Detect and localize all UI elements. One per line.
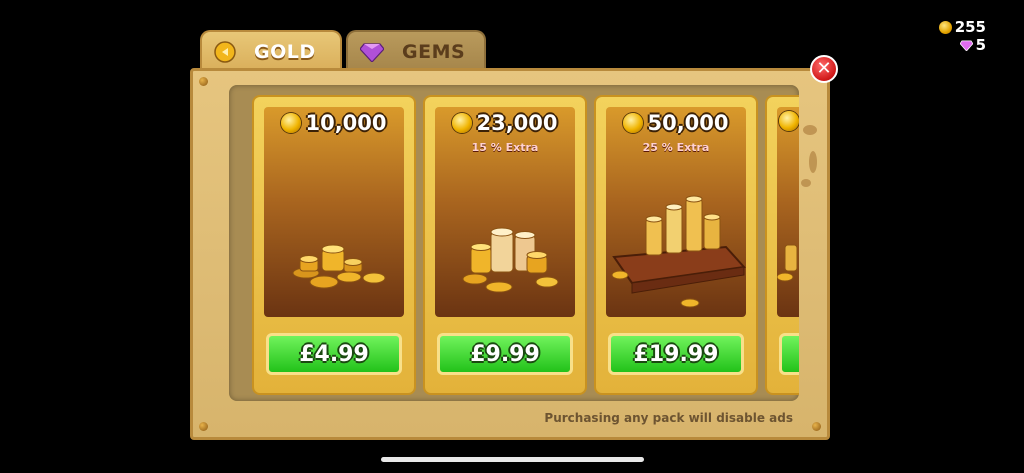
pack-amount [767, 111, 799, 131]
gold-coin-icon [779, 111, 799, 131]
ads-notice: Purchasing any pack will disable ads [544, 411, 793, 425]
coin-pile-small-image [292, 244, 386, 289]
pack-bonus-label: 25 % Extra [642, 141, 710, 154]
gold-balance: 255 [938, 18, 986, 36]
close-icon: ✕ [816, 58, 832, 79]
pack-bonus-label: 15 % Extra [471, 141, 539, 154]
gem-balance-value: 5 [975, 36, 986, 54]
tab-gems-label: GEMS [402, 41, 466, 63]
decoration [801, 179, 811, 187]
rivet [812, 422, 821, 431]
buy-button[interactable]: £19.99 [608, 333, 744, 375]
rivet [199, 77, 208, 86]
buy-button[interactable]: £9.99 [437, 333, 573, 375]
home-indicator[interactable] [381, 457, 644, 462]
tab-gold[interactable]: GOLD [200, 30, 342, 72]
rivet [199, 422, 208, 431]
gold-coin-icon [623, 113, 644, 133]
pack-card: 10,000 £4.99 [254, 97, 414, 393]
tab-gems[interactable]: GEMS [346, 30, 486, 72]
coin-pile-large-image [776, 244, 798, 282]
pack-card: 50,000 25 % Extra £19.99 [596, 97, 756, 393]
gold-coin-icon [281, 113, 302, 133]
pack-amount: 10,000 [254, 111, 414, 135]
currency-display: 255 5 [938, 18, 986, 54]
pack-amount-value: 10,000 [305, 111, 387, 135]
pack-card [767, 97, 799, 393]
buy-button[interactable] [779, 333, 799, 375]
pack-art [606, 107, 746, 317]
pack-amount-value: 50,000 [647, 111, 729, 135]
pack-carousel[interactable]: 10,000 £4.99 23,000 15 % Extra £9.99 50,… [229, 85, 799, 401]
pack-art [435, 107, 575, 317]
buy-button[interactable]: £4.99 [266, 333, 402, 375]
decoration [803, 125, 817, 135]
coin-pile-medium-image [462, 227, 559, 293]
pack-art [776, 107, 799, 317]
tab-gold-label: GOLD [254, 41, 316, 63]
pack-amount: 50,000 [596, 111, 756, 135]
pack-art [264, 107, 404, 317]
gold-balance-value: 255 [954, 18, 986, 36]
pack-amount: 23,000 [425, 111, 585, 135]
gold-coin-icon [452, 113, 473, 133]
coin-tray-image [611, 195, 746, 308]
pack-amount-value: 23,000 [476, 111, 558, 135]
gem-balance: 5 [939, 36, 986, 54]
gem-icon [360, 43, 384, 62]
pack-card: 23,000 15 % Extra £9.99 [425, 97, 585, 393]
close-button[interactable]: ✕ [810, 55, 838, 83]
gem-icon [959, 40, 973, 51]
decoration [809, 151, 817, 173]
gold-coin-icon [214, 41, 236, 63]
gold-coin-icon [938, 20, 952, 34]
shop-panel: 10,000 £4.99 23,000 15 % Extra £9.99 50,… [190, 68, 830, 440]
